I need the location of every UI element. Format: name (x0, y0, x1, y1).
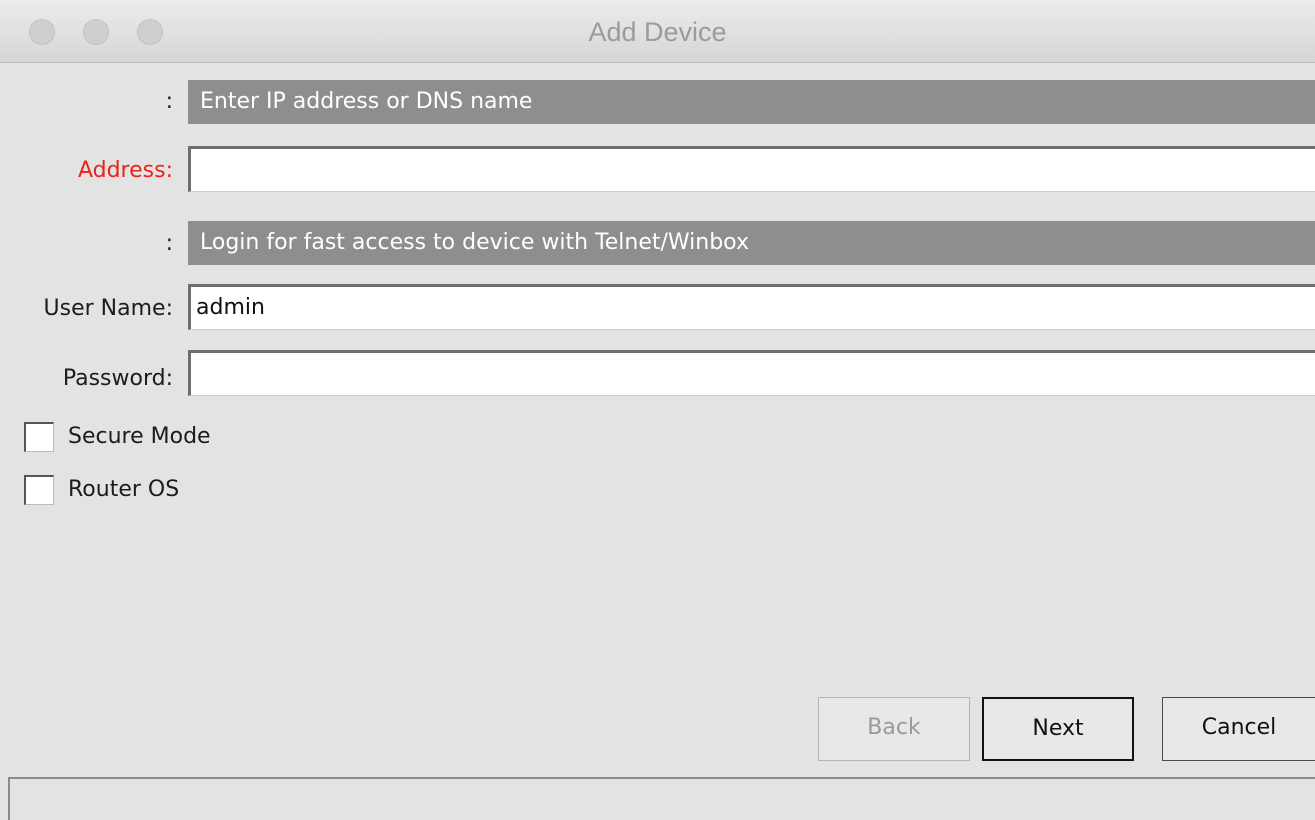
address-section-banner: Enter IP address or DNS name (188, 80, 1315, 124)
password-label: Password: (62, 366, 173, 391)
secure-mode-checkbox[interactable] (24, 422, 54, 452)
username-label: User Name: (43, 296, 173, 321)
next-button[interactable]: Next (982, 697, 1134, 761)
secure-mode-label[interactable]: Secure Mode (68, 424, 211, 449)
address-input[interactable] (188, 146, 1315, 192)
router-os-checkbox[interactable] (24, 475, 54, 505)
username-input[interactable]: admin (188, 284, 1315, 330)
password-input[interactable] (188, 350, 1315, 396)
window-title: Add Device (588, 17, 727, 47)
login-banner-label: : (165, 231, 173, 256)
title-bar[interactable]: Add Device (0, 0, 1315, 63)
cancel-button[interactable]: Cancel (1162, 697, 1315, 761)
add-device-window: Add Device : Enter IP address or DNS nam… (0, 0, 1315, 820)
back-button[interactable]: Back (818, 697, 970, 761)
login-section-banner: Login for fast access to device with Tel… (188, 221, 1315, 265)
address-label: Address: (77, 158, 173, 183)
status-bar (8, 777, 1315, 820)
router-os-label[interactable]: Router OS (68, 477, 179, 502)
address-banner-label: : (165, 89, 173, 114)
